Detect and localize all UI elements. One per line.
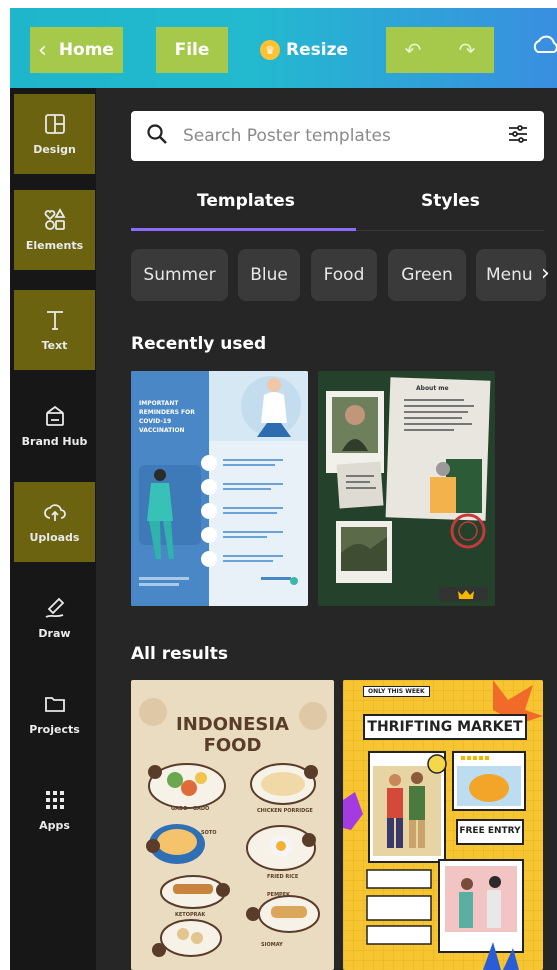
app-frame: ‹ Home File ♛ Resize ↶ ↷ Design Elements… <box>10 8 557 970</box>
search-icon <box>145 122 169 150</box>
layout-icon <box>43 112 67 136</box>
template-thumbnail[interactable]: IMPORTANT REMINDERS FOR COVID-19 VACCINA… <box>131 371 308 606</box>
sidebar-item-label: Projects <box>29 723 80 736</box>
sidebar: Design Elements Text Brand Hub Uploads D… <box>10 88 96 970</box>
redo-icon[interactable]: ↷ <box>459 38 476 62</box>
undo-icon[interactable]: ↶ <box>405 38 422 62</box>
tab-templates[interactable]: Templates <box>197 191 295 221</box>
resize-button[interactable]: ♛ Resize <box>254 27 354 73</box>
chevron-right-icon[interactable]: › <box>541 261 550 286</box>
dish-label: SOTO <box>201 830 217 836</box>
template-thumbnail[interactable]: INDONESIA FOOD GADO - GADO CHICKEN PORRI… <box>131 680 334 970</box>
cloud-save-icon[interactable] <box>530 30 557 70</box>
poster-heading: About me <box>416 385 449 392</box>
chip-green[interactable]: Green <box>388 249 466 301</box>
dish-label: SIOMAY <box>261 942 283 948</box>
sidebar-item-label: Uploads <box>29 531 80 544</box>
resize-label: Resize <box>286 40 348 60</box>
sidebar-item-design[interactable]: Design <box>14 94 95 174</box>
shapes-icon <box>43 208 67 232</box>
folder-icon <box>43 692 67 716</box>
poster-heading: IMPORTANT REMINDERS FOR COVID-19 VACCINA… <box>139 400 195 434</box>
tab-styles[interactable]: Styles <box>421 191 480 221</box>
sidebar-item-brand-hub[interactable]: Brand Hub <box>14 386 95 466</box>
poster-cta: FREE ENTRY <box>459 826 521 836</box>
template-thumbnail[interactable]: About me <box>318 371 495 606</box>
template-thumbnail[interactable]: ONLY THIS WEEK THRIFTING MARKET FREE ENT… <box>343 680 543 970</box>
text-icon <box>43 308 67 332</box>
filter-icon[interactable] <box>506 122 530 150</box>
undo-redo-group: ↶ ↷ <box>386 27 494 73</box>
dish-label: FRIED RICE <box>267 874 299 880</box>
sidebar-item-projects[interactable]: Projects <box>14 674 95 754</box>
brand-hub-icon <box>43 404 67 428</box>
draw-icon <box>43 596 67 620</box>
templates-panel: Search Poster templates Templates Styles… <box>96 88 557 970</box>
chip-menu[interactable]: Menu <box>476 249 546 301</box>
sidebar-item-label: Design <box>33 143 76 156</box>
crown-icon: ♛ <box>260 40 280 60</box>
sidebar-item-label: Draw <box>38 627 71 640</box>
poster-tag: ONLY THIS WEEK <box>363 686 430 697</box>
sidebar-item-draw[interactable]: Draw <box>14 578 95 658</box>
dish-label: KETOPRAK <box>175 912 206 918</box>
poster-heading: THRIFTING MARKET <box>363 714 527 740</box>
poster-heading-line: FOOD <box>203 735 262 756</box>
active-tab-indicator <box>131 228 356 231</box>
chip-blue[interactable]: Blue <box>238 249 300 301</box>
chevron-left-icon: ‹ <box>38 37 47 63</box>
sidebar-item-elements[interactable]: Elements <box>14 190 95 270</box>
sidebar-item-text[interactable]: Text <box>14 290 95 370</box>
sidebar-item-label: Text <box>41 339 68 352</box>
search-input[interactable]: Search Poster templates <box>131 111 544 161</box>
dish-label: PEMPEK <box>267 892 291 898</box>
all-results-heading: All results <box>131 644 228 664</box>
file-menu-button[interactable]: File <box>156 27 228 73</box>
poster-heading-line: INDONESIA <box>176 714 289 735</box>
sidebar-item-label: Brand Hub <box>21 435 88 448</box>
sidebar-item-label: Elements <box>25 239 84 252</box>
sidebar-item-label: Apps <box>39 819 70 832</box>
search-placeholder: Search Poster templates <box>183 126 391 146</box>
sidebar-item-apps[interactable]: Apps <box>14 770 95 850</box>
home-button[interactable]: ‹ Home <box>30 27 123 73</box>
home-label: Home <box>58 40 114 60</box>
recently-used-heading: Recently used <box>131 334 267 354</box>
chip-menu-label: Menu <box>486 265 533 285</box>
poster-heading: INDONESIA FOOD <box>131 714 334 756</box>
chip-summer[interactable]: Summer <box>131 249 228 301</box>
dish-label: CHICKEN PORRIDGE <box>257 808 313 814</box>
top-toolbar: ‹ Home File ♛ Resize ↶ ↷ <box>10 8 557 88</box>
sidebar-item-uploads[interactable]: Uploads <box>14 482 95 562</box>
file-label: File <box>174 40 210 60</box>
apps-grid-icon <box>43 788 67 812</box>
chip-food[interactable]: Food <box>311 249 377 301</box>
cloud-upload-icon <box>43 500 67 524</box>
dish-label: GADO - GADO <box>171 806 210 812</box>
